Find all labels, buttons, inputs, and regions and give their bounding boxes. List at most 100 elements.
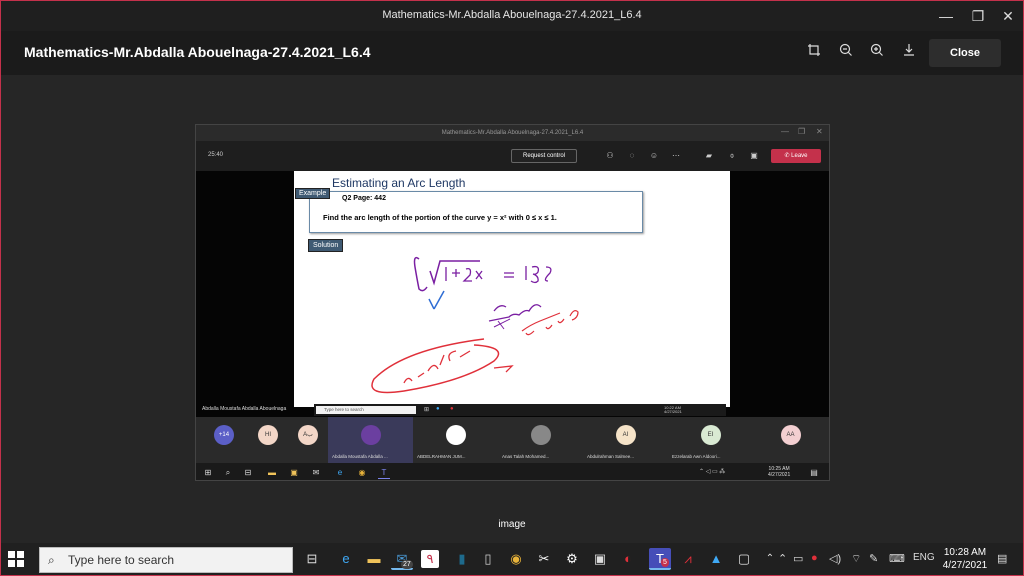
window-close-button[interactable]: ✕ bbox=[993, 5, 1023, 27]
participant-tile: ABDELRAHMAN JUM... bbox=[413, 417, 498, 463]
participant-strip: +14 HI Aب Abdalla Moustafa Abdalla ... ABDEL… bbox=[196, 417, 829, 463]
shot-close-icon: ✕ bbox=[816, 127, 823, 136]
meeting-toolbar: 25:40 Request control ⚇ ◌ ☺ ⋯ ▰ ⌽ ▣ ✆ Le… bbox=[196, 141, 829, 171]
chat-icon: ◌ bbox=[629, 151, 635, 160]
participant-avatar bbox=[530, 425, 551, 445]
leave-button: ✆ Leave bbox=[771, 149, 821, 163]
zoom-out-icon[interactable] bbox=[836, 43, 856, 63]
pen-icon[interactable]: ✎ bbox=[869, 552, 878, 565]
app-icon-dark[interactable]: ▮ bbox=[451, 548, 473, 570]
paint-icon[interactable]: ◐ bbox=[617, 548, 639, 570]
window-app-icon[interactable]: ▢ bbox=[733, 548, 755, 570]
participant-avatar: +14 bbox=[214, 425, 234, 445]
zoom-in-icon[interactable] bbox=[867, 43, 887, 63]
mail-icon[interactable]: ✉ 27 bbox=[391, 548, 413, 570]
store-icon[interactable]: ▣ bbox=[589, 548, 611, 570]
crop-icon[interactable] bbox=[804, 43, 824, 63]
presenter-search: Type here to search bbox=[316, 406, 416, 414]
app-icon-9[interactable]: ٩ bbox=[421, 550, 439, 568]
shot-taskbar: ⊞ ⌕ ⊟ ▬ ▣ ✉ e ◉ T ⌃ ◁ ▭ ⁂ 10:25 AM 4/27/… bbox=[196, 463, 829, 480]
shot-store-icon: ▣ bbox=[290, 468, 298, 477]
network-app-icon[interactable]: ▲ bbox=[705, 548, 727, 570]
settings-gear-icon[interactable]: ⚙ bbox=[561, 548, 583, 570]
start-button[interactable] bbox=[7, 550, 27, 568]
taskbar-search[interactable]: ⌕ Type here to search bbox=[39, 547, 293, 573]
mini-app-icon: ● bbox=[450, 406, 454, 412]
shot-taskview-icon: ⊟ bbox=[244, 468, 252, 477]
participant-tile: HI bbox=[248, 417, 288, 463]
clock-time: 10:28 AM bbox=[943, 547, 987, 558]
minimize-button[interactable]: — bbox=[931, 5, 961, 27]
notifications-icon[interactable]: ▤ bbox=[997, 552, 1007, 565]
mic-off-icon: ⌽ bbox=[729, 151, 735, 160]
shot-restore-icon: ❐ bbox=[798, 127, 806, 136]
presenter-taskbar: Type here to search ⊞ ● ● 10:22 AM 4/27/… bbox=[314, 404, 726, 416]
window-titlebar: Mathematics-Mr.Abdalla Abouelnaga-27.4.2… bbox=[1, 1, 1023, 31]
shot-tray-icons: ⌃ ◁ ▭ ⁂ bbox=[699, 469, 726, 475]
slide: Estimating an Arc Length Q2 Page: 442 Fi… bbox=[294, 171, 730, 407]
windows-icon bbox=[8, 551, 24, 567]
shot-clock: 10:25 AM 4/27/2021 bbox=[768, 466, 791, 478]
participants-icon: ⚇ bbox=[606, 151, 614, 160]
meeting-timer: 25:40 bbox=[208, 152, 224, 158]
participant-avatar: HI bbox=[258, 425, 278, 445]
teams-badge: 5 bbox=[661, 558, 669, 567]
participant-tile: +14 bbox=[204, 417, 244, 463]
pdf-icon[interactable]: ⩘ bbox=[677, 548, 699, 570]
task-view-icon[interactable]: ⊟ bbox=[301, 548, 323, 570]
participant-avatar: AA bbox=[780, 425, 801, 445]
reactions-icon: ☺ bbox=[649, 151, 659, 160]
edge-icon[interactable]: e bbox=[335, 548, 357, 570]
request-control-button: Request control bbox=[511, 149, 577, 163]
file-explorer-icon[interactable]: ▬ bbox=[363, 548, 385, 570]
participant-tile: AA bbox=[753, 417, 828, 463]
show-hidden-icon[interactable]: ⌃ bbox=[778, 552, 787, 565]
security-icon[interactable]: ● bbox=[811, 552, 818, 564]
clock-date: 4/27/2021 bbox=[942, 560, 988, 571]
shot-start-icon: ⊞ bbox=[204, 468, 212, 477]
close-button[interactable]: Close bbox=[929, 39, 1001, 67]
windows-taskbar: ⌕ Type here to search ⊟ e ▬ ✉ 27 ٩ ▮ ▯ ◉ … bbox=[1, 543, 1023, 575]
chrome-icon[interactable]: ◉ bbox=[505, 548, 527, 570]
shot-chrome-icon: ◉ bbox=[358, 468, 366, 477]
shot-explorer-icon: ▬ bbox=[268, 468, 276, 477]
shot-notifications-icon: ▤ bbox=[810, 468, 818, 477]
keyboard-icon[interactable]: ⌨ bbox=[889, 552, 905, 565]
leave-label: Leave bbox=[791, 153, 808, 159]
participant-tile: Abdalla Moustafa Abdalla ... bbox=[328, 417, 413, 463]
language-indicator[interactable]: ENG bbox=[913, 552, 935, 563]
download-icon[interactable] bbox=[899, 43, 919, 63]
participant-name: Anas Talah Mohamed... bbox=[502, 454, 550, 459]
shared-image: Mathematics-Mr.Abdalla Abouelnaga-27.4.2… bbox=[195, 124, 830, 481]
battery-icon[interactable]: ▭ bbox=[793, 552, 803, 565]
participant-tile: Anas Talah Mohamed... bbox=[498, 417, 583, 463]
handwriting-ink bbox=[371, 256, 579, 394]
participant-avatar: AI bbox=[615, 425, 636, 445]
participant-avatar: Aب bbox=[298, 425, 318, 445]
volume-icon[interactable]: ◁) bbox=[829, 552, 841, 565]
participant-name: Abdalla Moustafa Abdalla ... bbox=[332, 454, 388, 459]
participant-avatar: EI bbox=[700, 425, 721, 445]
participant-avatar bbox=[360, 425, 381, 445]
participant-name: ABDELRAHMAN JUM... bbox=[417, 454, 466, 459]
more-icon: ⋯ bbox=[672, 151, 680, 160]
participant-tile: AI Abdulrahman Salmee... bbox=[583, 417, 668, 463]
teams-icon[interactable]: T5 bbox=[649, 548, 671, 570]
image-viewer-header: Mathematics-Mr.Abdalla Abouelnaga-27.4.2… bbox=[1, 31, 1023, 75]
snip-icon[interactable]: ✂ bbox=[533, 548, 555, 570]
presenter-name: Abdalla Moustafa Abdalla Abouelnaga bbox=[202, 406, 287, 412]
shot-edge-icon: e bbox=[337, 468, 343, 477]
mail-badge: 27 bbox=[401, 560, 413, 569]
phone-icon[interactable]: ▯ bbox=[477, 548, 499, 570]
search-placeholder: Type here to search bbox=[68, 553, 175, 567]
image-caption: image bbox=[498, 519, 526, 530]
screen-share-area: Estimating an Arc Length Q2 Page: 442 Fi… bbox=[196, 171, 829, 417]
system-clock[interactable]: 10:28 AM 4/27/2021 bbox=[937, 546, 993, 572]
wifi-icon[interactable]: ⌔ bbox=[851, 552, 861, 566]
shot-mail-icon: ✉ bbox=[312, 468, 320, 477]
camera-off-icon: ▰ bbox=[705, 151, 713, 160]
restore-button[interactable]: ❐ bbox=[963, 5, 993, 27]
participant-tile: EI Ezzelarab Awn Aldoori... bbox=[668, 417, 753, 463]
window-title: Mathematics-Mr.Abdalla Abouelnaga-27.4.2… bbox=[382, 9, 642, 21]
mini-edge-icon: ● bbox=[436, 406, 440, 412]
